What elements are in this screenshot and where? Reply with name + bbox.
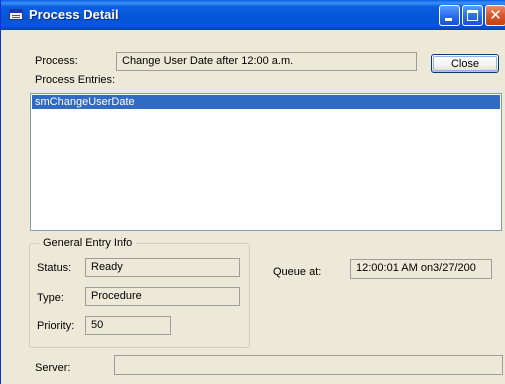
server-label: Server: (35, 362, 71, 374)
list-item[interactable]: smChangeUserDate (32, 95, 500, 109)
priority-label: Priority: (37, 320, 75, 332)
process-label: Process: (35, 55, 78, 67)
window-close-button[interactable]: ✕ (485, 5, 505, 26)
queue-at-label: Queue at: (273, 266, 322, 278)
minimize-button[interactable] (439, 5, 460, 26)
process-detail-window: Process Detail ✕ Process: Change User Da… (0, 0, 505, 384)
maximize-button[interactable] (462, 5, 483, 26)
queue-at-field: 12:00:01 AM on3/27/200 (350, 259, 492, 279)
status-label: Status: (37, 262, 72, 274)
process-entries-list[interactable]: smChangeUserDate (30, 93, 502, 231)
window-title: Process Detail (29, 7, 119, 22)
process-field: Change User Date after 12:00 a.m. (116, 52, 417, 71)
close-icon: ✕ (489, 6, 502, 24)
process-entries-label: Process Entries: (35, 74, 116, 86)
close-button[interactable]: Close (431, 54, 499, 73)
title-bar[interactable]: Process Detail ✕ (1, 0, 505, 30)
window-app-icon (9, 9, 23, 20)
status-field: Ready (85, 258, 240, 277)
group-legend: General Entry Info (39, 237, 137, 249)
minimize-icon (445, 18, 452, 21)
type-label: Type: (37, 292, 64, 304)
server-field (114, 355, 503, 375)
type-field: Procedure (85, 287, 240, 306)
maximize-icon (467, 10, 478, 21)
priority-field: 50 (85, 316, 171, 335)
